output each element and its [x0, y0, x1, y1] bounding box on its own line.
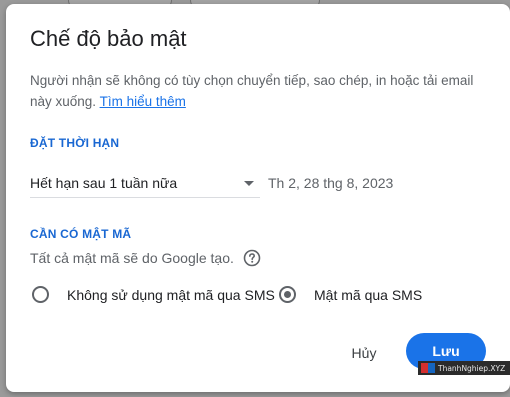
expiry-section-label: ĐẶT THỜI HẠN	[30, 136, 120, 150]
expiry-date: Th 2, 28 thg 8, 2023	[268, 175, 394, 191]
learn-more-link[interactable]: Tìm hiểu thêm	[100, 94, 186, 109]
passcode-section-label: CẦN CÓ MẬT MÃ	[30, 227, 132, 241]
expiry-select-value: Hết hạn sau 1 tuần nữa	[30, 175, 178, 191]
help-icon[interactable]	[243, 249, 261, 267]
dialog-description: Người nhận sẽ không có tùy chọn chuyển t…	[30, 70, 480, 112]
cancel-button[interactable]: Hủy	[334, 338, 394, 368]
caret-down-icon	[244, 181, 254, 186]
watermark-text: ThanhNghiep.XYZ	[438, 363, 506, 373]
expiry-select[interactable]: Hết hạn sau 1 tuần nữa	[30, 168, 260, 198]
confidential-mode-dialog: Chế độ bảo mật Người nhận sẽ không có tù…	[6, 4, 510, 392]
watermark: ThanhNghiep.XYZ	[418, 361, 510, 375]
radio-button[interactable]	[32, 286, 49, 303]
radio-label: Mật mã qua SMS	[314, 287, 423, 303]
description-text: Người nhận sẽ không có tùy chọn chuyển t…	[30, 73, 474, 109]
watermark-logo-icon	[421, 363, 435, 373]
dialog-title: Chế độ bảo mật	[30, 26, 187, 51]
radio-label: Không sử dụng mật mã qua SMS	[67, 287, 275, 303]
radio-button[interactable]	[279, 286, 296, 303]
radio-sms-passcode[interactable]: Mật mã qua SMS	[279, 285, 429, 305]
radio-no-sms-passcode[interactable]: Không sử dụng mật mã qua SMS	[32, 285, 275, 305]
passcode-hint: Tất cả mật mã sẽ do Google tạo.	[30, 250, 234, 266]
